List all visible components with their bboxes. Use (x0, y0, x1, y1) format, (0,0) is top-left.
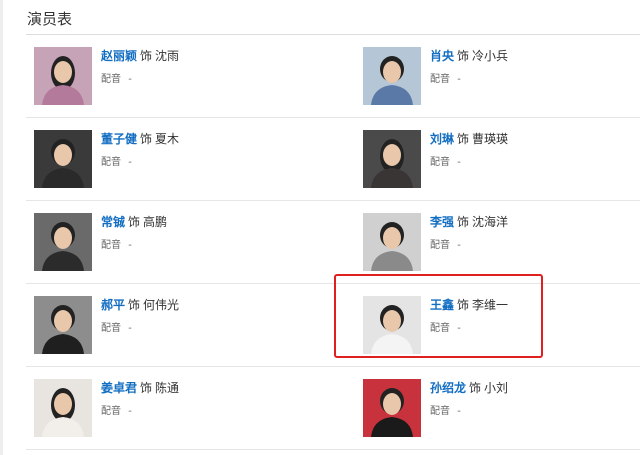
person-silhouette-icon (363, 47, 421, 105)
person-silhouette-icon (34, 130, 92, 188)
dub-value: - (128, 406, 132, 417)
dub-value: - (128, 74, 132, 85)
dub-value: - (457, 240, 461, 251)
actor-name-link[interactable]: 郝平 (101, 298, 125, 312)
character-name: 高鹏 (143, 215, 168, 229)
actor-name-link[interactable]: 姜卓君 (101, 381, 137, 395)
dub-value: - (457, 406, 461, 417)
person-silhouette-icon (363, 296, 421, 354)
cast-item: 郝平饰何伟光 配音 - (26, 284, 355, 367)
role-prefix: 饰 (457, 298, 470, 312)
dub-value: - (457, 157, 461, 168)
actor-name-link[interactable]: 肖央 (430, 49, 454, 63)
cast-item: 王鑫饰李维一 配音 - (355, 284, 640, 367)
page-left-edge (0, 0, 3, 455)
person-silhouette-icon (34, 47, 92, 105)
dub-label: 配音 (101, 406, 121, 417)
actor-photo[interactable] (34, 130, 92, 188)
dub-label: 配音 (430, 240, 450, 251)
dub-value: - (457, 323, 461, 334)
person-silhouette-icon (363, 130, 421, 188)
character-name: 何伟光 (143, 298, 180, 312)
role-prefix: 饰 (128, 298, 141, 312)
dub-label: 配音 (101, 157, 121, 168)
actor-photo[interactable] (34, 213, 92, 271)
cast-item: 孙绍龙饰小刘 配音 - (355, 367, 640, 450)
character-name: 小刘 (484, 381, 509, 395)
cast-item: 常铖饰高鹏 配音 - (26, 201, 355, 284)
dub-label: 配音 (430, 406, 450, 417)
actor-name-link[interactable]: 孙绍龙 (430, 381, 466, 395)
character-name: 陈通 (155, 381, 180, 395)
character-name: 冷小兵 (472, 49, 509, 63)
dub-value: - (128, 323, 132, 334)
dub-label: 配音 (101, 323, 121, 334)
cast-item: 肖央饰冷小兵 配音 - (355, 35, 640, 118)
person-silhouette-icon (34, 213, 92, 271)
actor-photo[interactable] (34, 379, 92, 437)
dub-label: 配音 (101, 74, 121, 85)
section-title: 演员表 (27, 10, 73, 28)
role-prefix: 饰 (457, 132, 470, 146)
person-silhouette-icon (363, 379, 421, 437)
actor-name-link[interactable]: 王鑫 (430, 298, 454, 312)
actor-name-link[interactable]: 李强 (430, 215, 454, 229)
role-prefix: 饰 (457, 215, 470, 229)
actor-name-link[interactable]: 董子健 (101, 132, 137, 146)
cast-item: 李强饰沈海洋 配音 - (355, 201, 640, 284)
dub-value: - (128, 157, 132, 168)
actor-photo[interactable] (34, 47, 92, 105)
role-prefix: 饰 (469, 381, 482, 395)
actor-name-link[interactable]: 赵丽颖 (101, 49, 137, 63)
character-name: 曹瑛瑛 (472, 132, 509, 146)
person-silhouette-icon (34, 379, 92, 437)
cast-list: 赵丽颖饰沈雨 配音 - 肖央饰冷小兵 配音 - 董子健饰夏木 配音 - 刘琳 饰… (26, 35, 640, 450)
actor-photo[interactable] (363, 47, 421, 105)
character-name: 夏木 (155, 132, 180, 146)
person-silhouette-icon (34, 296, 92, 354)
actor-name-link[interactable]: 刘琳 (430, 132, 454, 146)
actor-photo[interactable] (363, 379, 421, 437)
cast-item: 刘琳饰曹瑛瑛 配音 - (355, 118, 640, 201)
actor-photo[interactable] (363, 296, 421, 354)
dub-label: 配音 (430, 323, 450, 334)
dub-label: 配音 (430, 157, 450, 168)
role-prefix: 饰 (140, 132, 153, 146)
cast-item: 赵丽颖饰沈雨 配音 - (26, 35, 355, 118)
actor-name-link[interactable]: 常铖 (101, 215, 125, 229)
dub-value: - (128, 240, 132, 251)
dub-label: 配音 (101, 240, 121, 251)
cast-item: 姜卓君饰陈通 配音 - (26, 367, 355, 450)
dub-value: - (457, 74, 461, 85)
actor-photo[interactable] (363, 130, 421, 188)
role-prefix: 饰 (457, 49, 470, 63)
role-prefix: 饰 (128, 215, 141, 229)
character-name: 沈海洋 (472, 215, 509, 229)
cast-item: 董子健饰夏木 配音 - (26, 118, 355, 201)
actor-photo[interactable] (363, 213, 421, 271)
dub-label: 配音 (430, 74, 450, 85)
character-name: 李维一 (472, 298, 509, 312)
person-silhouette-icon (363, 213, 421, 271)
actor-photo[interactable] (34, 296, 92, 354)
role-prefix: 饰 (140, 381, 153, 395)
role-prefix: 饰 (140, 49, 153, 63)
character-name: 沈雨 (155, 49, 180, 63)
